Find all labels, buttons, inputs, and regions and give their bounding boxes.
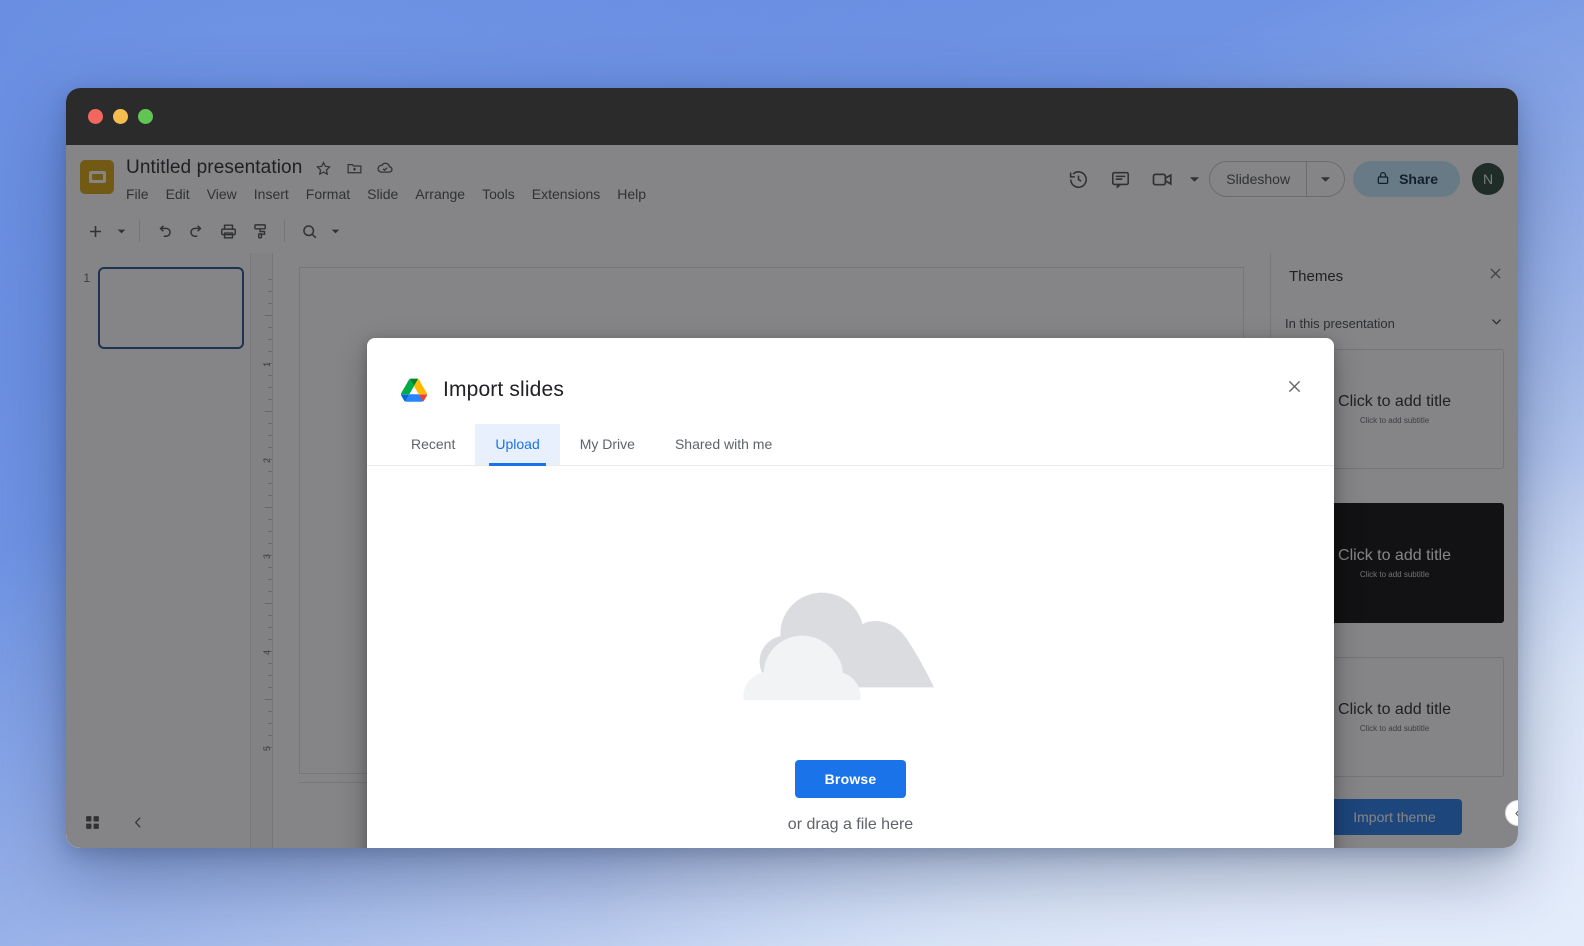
tab-shared-with-me[interactable]: Shared with me: [655, 424, 792, 465]
app-window: Untitled presentation File Edit View: [66, 88, 1518, 848]
close-window-button[interactable]: [88, 109, 103, 124]
tab-upload[interactable]: Upload: [475, 424, 560, 466]
tab-recent[interactable]: Recent: [391, 424, 475, 465]
minimize-window-button[interactable]: [113, 109, 128, 124]
browse-button[interactable]: Browse: [794, 759, 907, 798]
close-icon[interactable]: [1280, 372, 1308, 400]
maximize-window-button[interactable]: [138, 109, 153, 124]
upload-cloud-illustration: [742, 592, 934, 700]
drag-hint-text: or drag a file here: [787, 815, 914, 833]
window-titlebar: [66, 88, 1518, 145]
import-slides-dialog: Import slides Recent Upload My Drive Sha…: [367, 338, 1334, 848]
app-body: Untitled presentation File Edit View: [66, 145, 1518, 848]
upload-dropzone[interactable]: Browse or drag a file here: [367, 466, 1334, 848]
dialog-tabs: Recent Upload My Drive Shared with me: [367, 424, 1334, 466]
dialog-title: Import slides: [443, 378, 564, 401]
traffic-lights: [88, 109, 153, 124]
tab-my-drive[interactable]: My Drive: [560, 424, 655, 465]
google-drive-icon: [400, 378, 428, 402]
dialog-header: Import slides: [367, 338, 1334, 402]
